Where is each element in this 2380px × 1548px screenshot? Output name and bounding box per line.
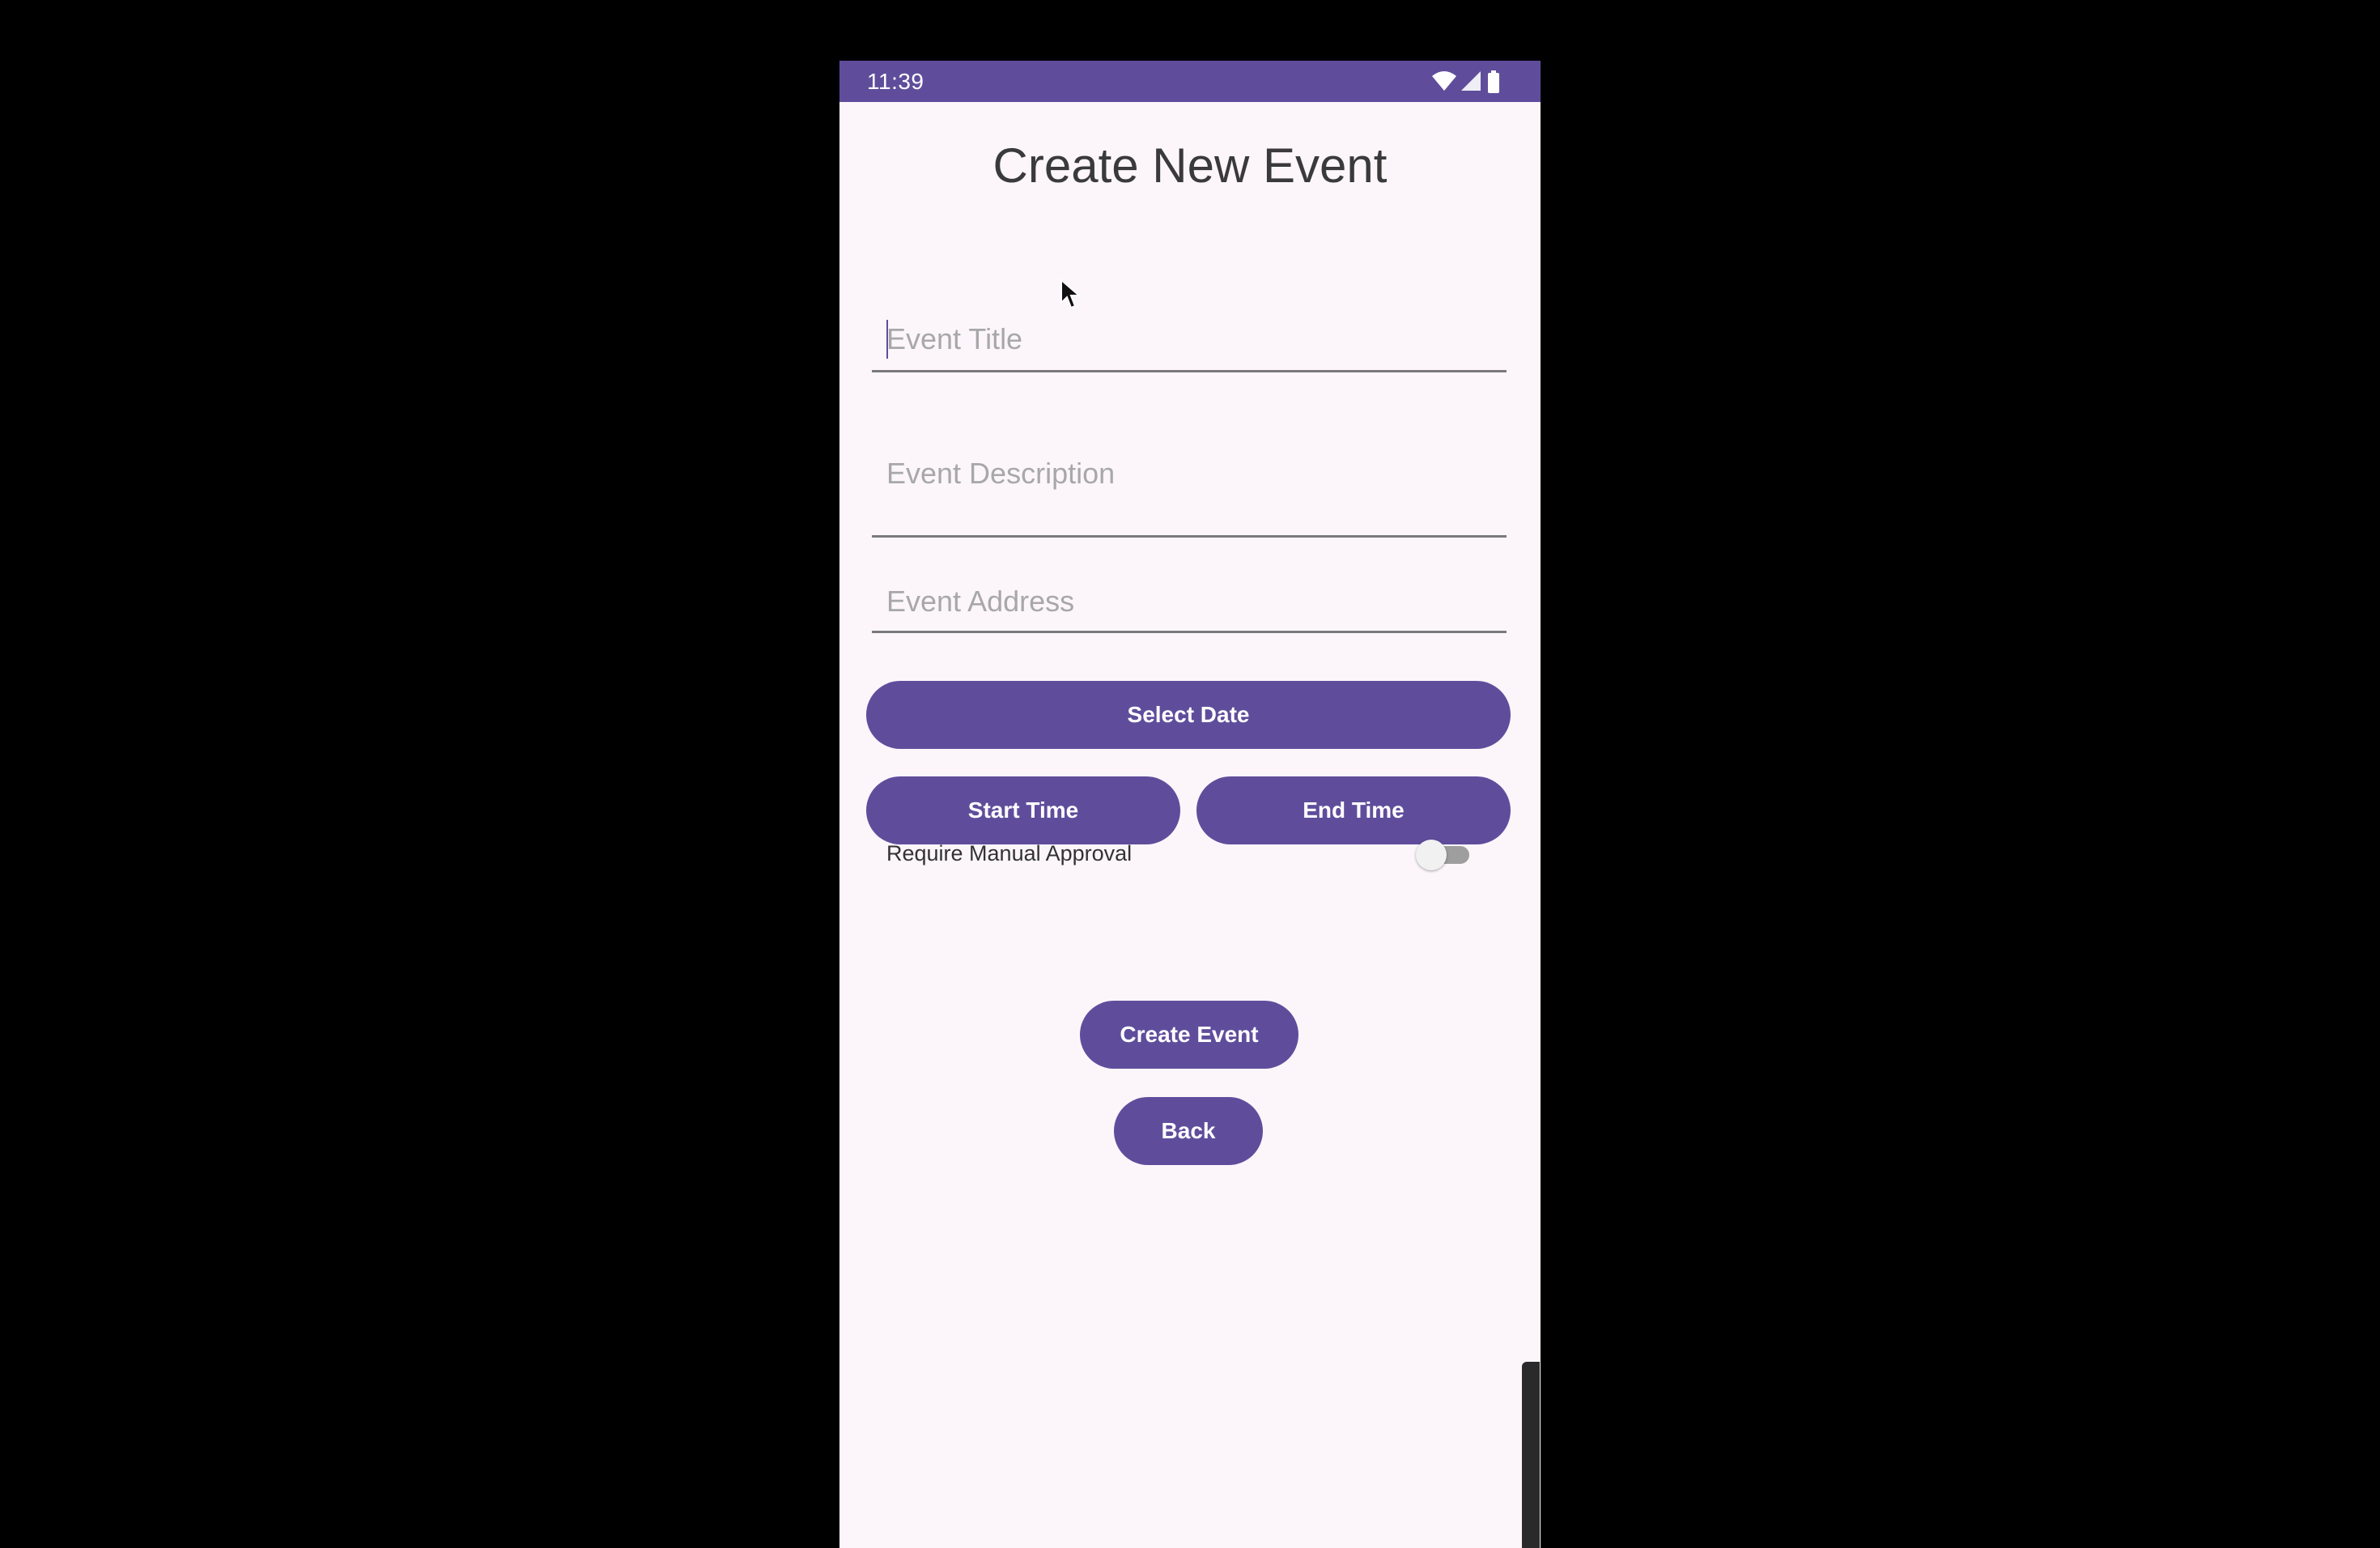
event-title-field[interactable] [872, 304, 1507, 372]
phone-screen: 11:39 Create New Event Select Date Start… [839, 61, 1541, 1548]
page-title: Create New Event [992, 138, 1388, 193]
event-address-field[interactable] [872, 568, 1507, 633]
status-bar: 11:39 [839, 61, 1541, 102]
event-title-input[interactable] [886, 320, 1485, 359]
manual-approval-switch[interactable] [1416, 840, 1474, 872]
event-description-field[interactable] [872, 433, 1507, 538]
battery-icon [1488, 70, 1499, 93]
start-time-button[interactable]: Start Time [866, 776, 1180, 844]
side-panel-handle[interactable] [1522, 1362, 1540, 1548]
cell-signal-icon [1461, 71, 1481, 91]
switch-thumb [1416, 840, 1447, 870]
end-time-button[interactable]: End Time [1196, 776, 1511, 844]
event-description-input[interactable] [886, 454, 1485, 493]
event-address-input[interactable] [886, 582, 1485, 621]
create-event-button[interactable]: Create Event [1080, 1001, 1298, 1069]
wifi-icon [1432, 71, 1456, 91]
mouse-cursor-icon [1060, 279, 1081, 309]
back-button[interactable]: Back [1114, 1097, 1263, 1165]
manual-approval-label: Require Manual Approval [886, 841, 1133, 865]
select-date-button[interactable]: Select Date [866, 681, 1511, 749]
text-caret [886, 320, 888, 359]
status-time: 11:39 [867, 69, 924, 94]
status-icons [1432, 69, 1500, 95]
